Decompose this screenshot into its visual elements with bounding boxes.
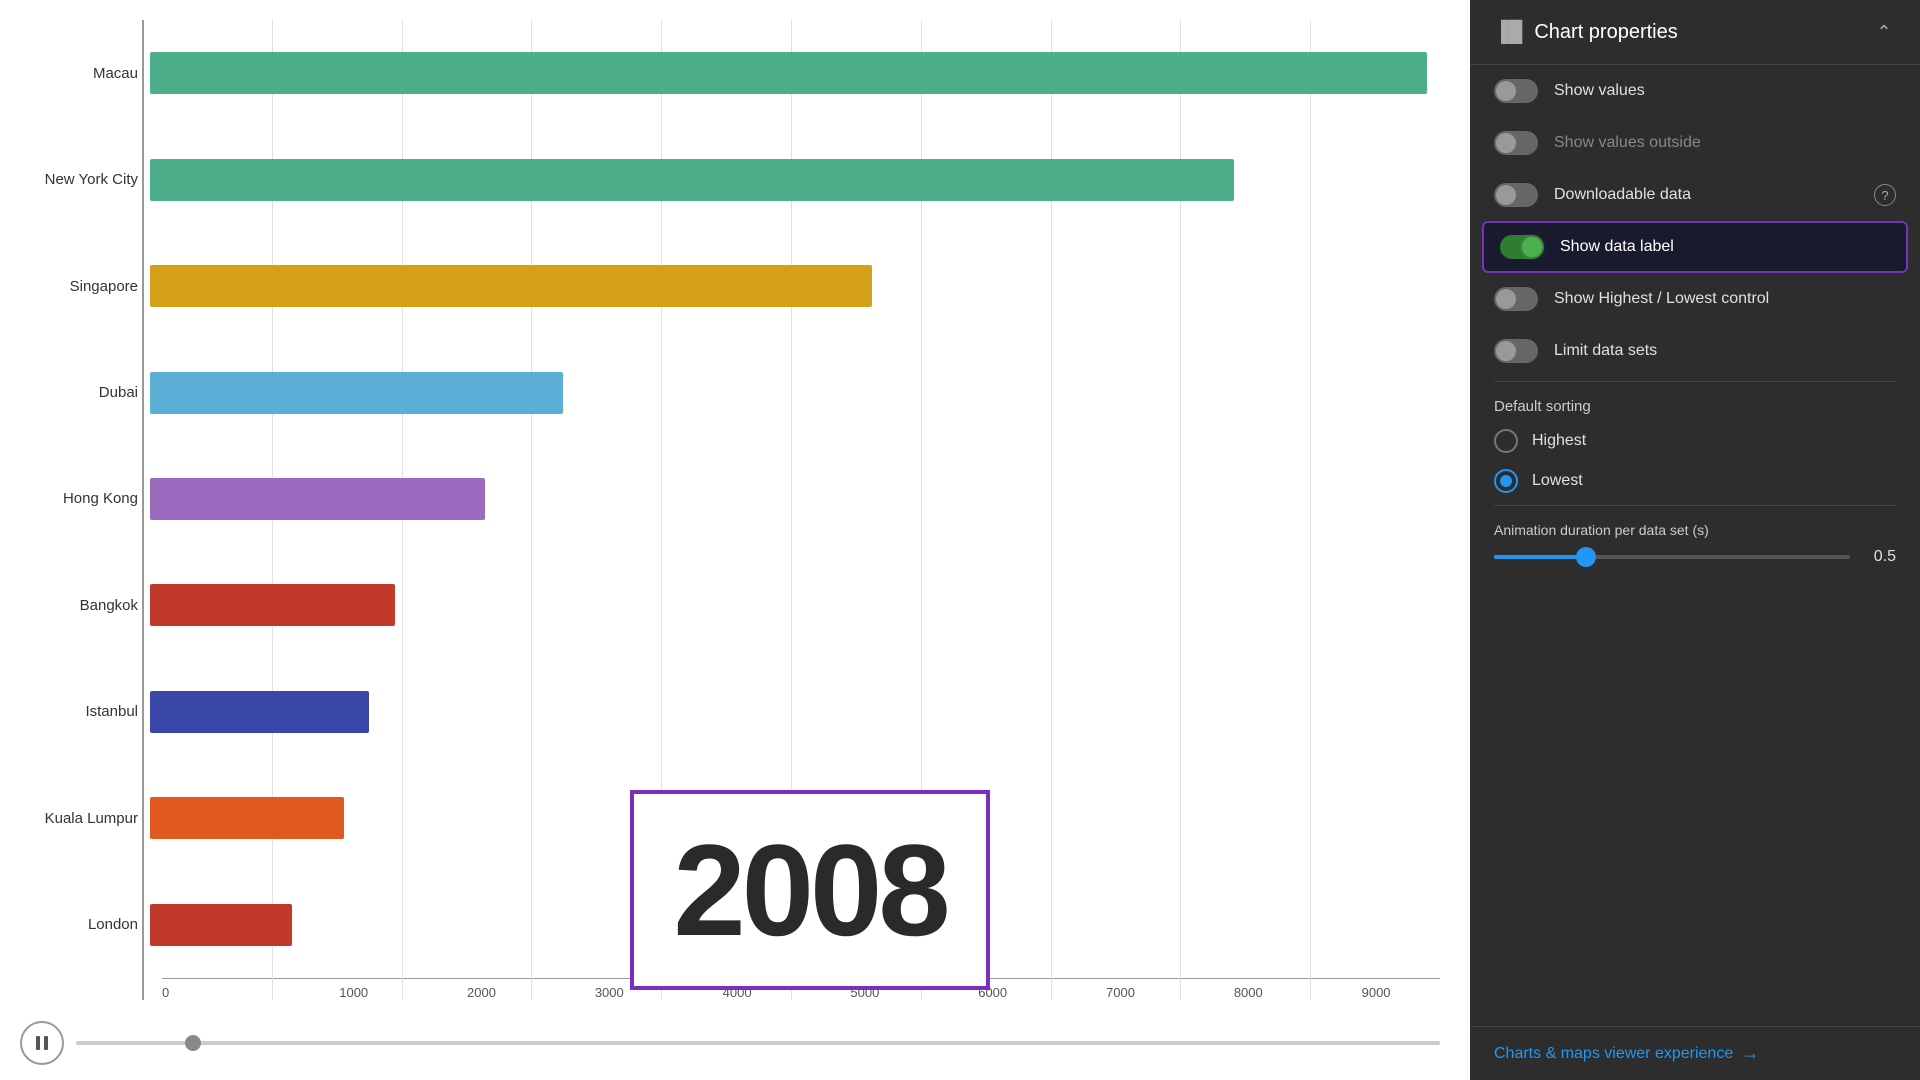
x-tick: 9000 — [1312, 985, 1440, 1000]
radio-lowest-label: Lowest — [1532, 472, 1583, 490]
bar-wrapper — [150, 691, 1440, 733]
divider-1 — [1494, 381, 1896, 382]
limit-data-sets-label: Limit data sets — [1554, 342, 1657, 360]
panel-title: Chart properties — [1534, 21, 1677, 44]
bar-wrapper — [150, 584, 1440, 626]
animation-slider-track[interactable] — [1494, 555, 1850, 559]
bar-label: Dubai — [20, 384, 150, 401]
bar — [150, 159, 1234, 201]
bar-label: Singapore — [20, 278, 150, 295]
bar-wrapper — [150, 372, 1440, 414]
pause-bar-left — [36, 1036, 40, 1050]
bar — [150, 372, 563, 414]
year-overlay: 2008 — [630, 790, 990, 990]
right-panel: ▐█ Chart properties ⌃ Show values Show v… — [1470, 0, 1920, 1080]
show-values-outside-thumb — [1496, 133, 1516, 153]
x-tick: 0 — [162, 985, 290, 1000]
chart-bar-icon: ▐█ — [1494, 21, 1522, 44]
chart-row: Singapore — [20, 255, 1440, 317]
show-data-label-thumb — [1522, 237, 1542, 257]
show-highest-lowest-row: Show Highest / Lowest control — [1470, 273, 1920, 325]
pause-bar-right — [44, 1036, 48, 1050]
show-data-label-row: Show data label — [1482, 221, 1908, 273]
limit-data-sets-toggle[interactable] — [1494, 339, 1538, 363]
show-values-thumb — [1496, 81, 1516, 101]
animation-slider-fill — [1494, 555, 1583, 559]
show-data-label-toggle[interactable] — [1500, 235, 1544, 259]
viewer-experience-text: Charts & maps viewer experience — [1494, 1045, 1733, 1063]
bar-wrapper — [150, 52, 1440, 94]
show-values-row: Show values — [1470, 65, 1920, 117]
bar — [150, 584, 395, 626]
radio-lowest-outer — [1494, 469, 1518, 493]
chart-row: Macau — [20, 42, 1440, 104]
bar — [150, 797, 344, 839]
show-highest-lowest-label: Show Highest / Lowest control — [1554, 290, 1769, 308]
radio-highest-label: Highest — [1532, 432, 1586, 450]
timeline-track[interactable] — [76, 1041, 1440, 1045]
limit-data-sets-row: Limit data sets — [1470, 325, 1920, 377]
limit-data-sets-thumb — [1496, 341, 1516, 361]
pause-icon — [36, 1036, 48, 1050]
bar-label: Bangkok — [20, 597, 150, 614]
show-highest-lowest-thumb — [1496, 289, 1516, 309]
timeline-thumb[interactable] — [185, 1035, 201, 1051]
radio-highest[interactable]: Highest — [1470, 421, 1920, 461]
panel-header: ▐█ Chart properties ⌃ — [1470, 0, 1920, 65]
collapse-button[interactable]: ⌃ — [1872, 20, 1896, 44]
bar — [150, 52, 1427, 94]
animation-value: 0.5 — [1866, 548, 1896, 566]
show-values-outside-label: Show values outside — [1554, 134, 1701, 152]
downloadable-data-thumb — [1496, 185, 1516, 205]
bar-label: New York City — [20, 171, 150, 188]
x-tick: 2000 — [418, 985, 546, 1000]
downloadable-data-help[interactable]: ? — [1874, 184, 1896, 206]
divider-2 — [1494, 505, 1896, 506]
pause-button[interactable] — [20, 1021, 64, 1065]
chart-row: Hong Kong — [20, 468, 1440, 530]
chart-row: Istanbul — [20, 681, 1440, 743]
animation-label: Animation duration per data set (s) — [1494, 522, 1896, 538]
bar-label: Hong Kong — [20, 490, 150, 507]
playback-bar — [20, 1021, 1440, 1065]
x-tick: 8000 — [1184, 985, 1312, 1000]
bar-label: London — [20, 916, 150, 933]
chart-row: Dubai — [20, 362, 1440, 424]
downloadable-data-label: Downloadable data — [1554, 186, 1691, 204]
bar — [150, 904, 292, 946]
bar-label: Istanbul — [20, 703, 150, 720]
bar — [150, 265, 872, 307]
chart-area: Macau New York City Singapore Dubai Hong Kon… — [0, 0, 1470, 1080]
radio-highest-outer — [1494, 429, 1518, 453]
bar-wrapper — [150, 159, 1440, 201]
year-display: 2008 — [673, 815, 946, 965]
animation-section: Animation duration per data set (s) 0.5 — [1470, 510, 1920, 578]
show-values-outside-toggle[interactable] — [1494, 131, 1538, 155]
viewer-experience-link[interactable]: Charts & maps viewer experience → — [1470, 1026, 1920, 1080]
downloadable-data-toggle[interactable] — [1494, 183, 1538, 207]
bar-wrapper — [150, 265, 1440, 307]
bar-label: Kuala Lumpur — [20, 810, 150, 827]
animation-slider-thumb[interactable] — [1576, 547, 1596, 567]
bar — [150, 691, 369, 733]
bar-wrapper — [150, 478, 1440, 520]
show-data-label-label: Show data label — [1560, 238, 1674, 256]
show-highest-lowest-toggle[interactable] — [1494, 287, 1538, 311]
bar-label: Macau — [20, 65, 150, 82]
arrow-right-icon: → — [1741, 1043, 1759, 1064]
chart-row: New York City — [20, 149, 1440, 211]
radio-lowest-inner — [1500, 475, 1512, 487]
bar — [150, 478, 485, 520]
show-values-outside-row: Show values outside — [1470, 117, 1920, 169]
downloadable-data-row: Downloadable data ? — [1470, 169, 1920, 221]
sorting-section-label: Default sorting — [1470, 386, 1920, 421]
chart-row: Bangkok — [20, 574, 1440, 636]
show-values-toggle[interactable] — [1494, 79, 1538, 103]
slider-row: 0.5 — [1494, 548, 1896, 566]
x-tick: 7000 — [1057, 985, 1185, 1000]
show-values-label: Show values — [1554, 82, 1645, 100]
radio-lowest[interactable]: Lowest — [1470, 461, 1920, 501]
panel-title-group: ▐█ Chart properties — [1494, 21, 1678, 44]
x-tick: 1000 — [290, 985, 418, 1000]
